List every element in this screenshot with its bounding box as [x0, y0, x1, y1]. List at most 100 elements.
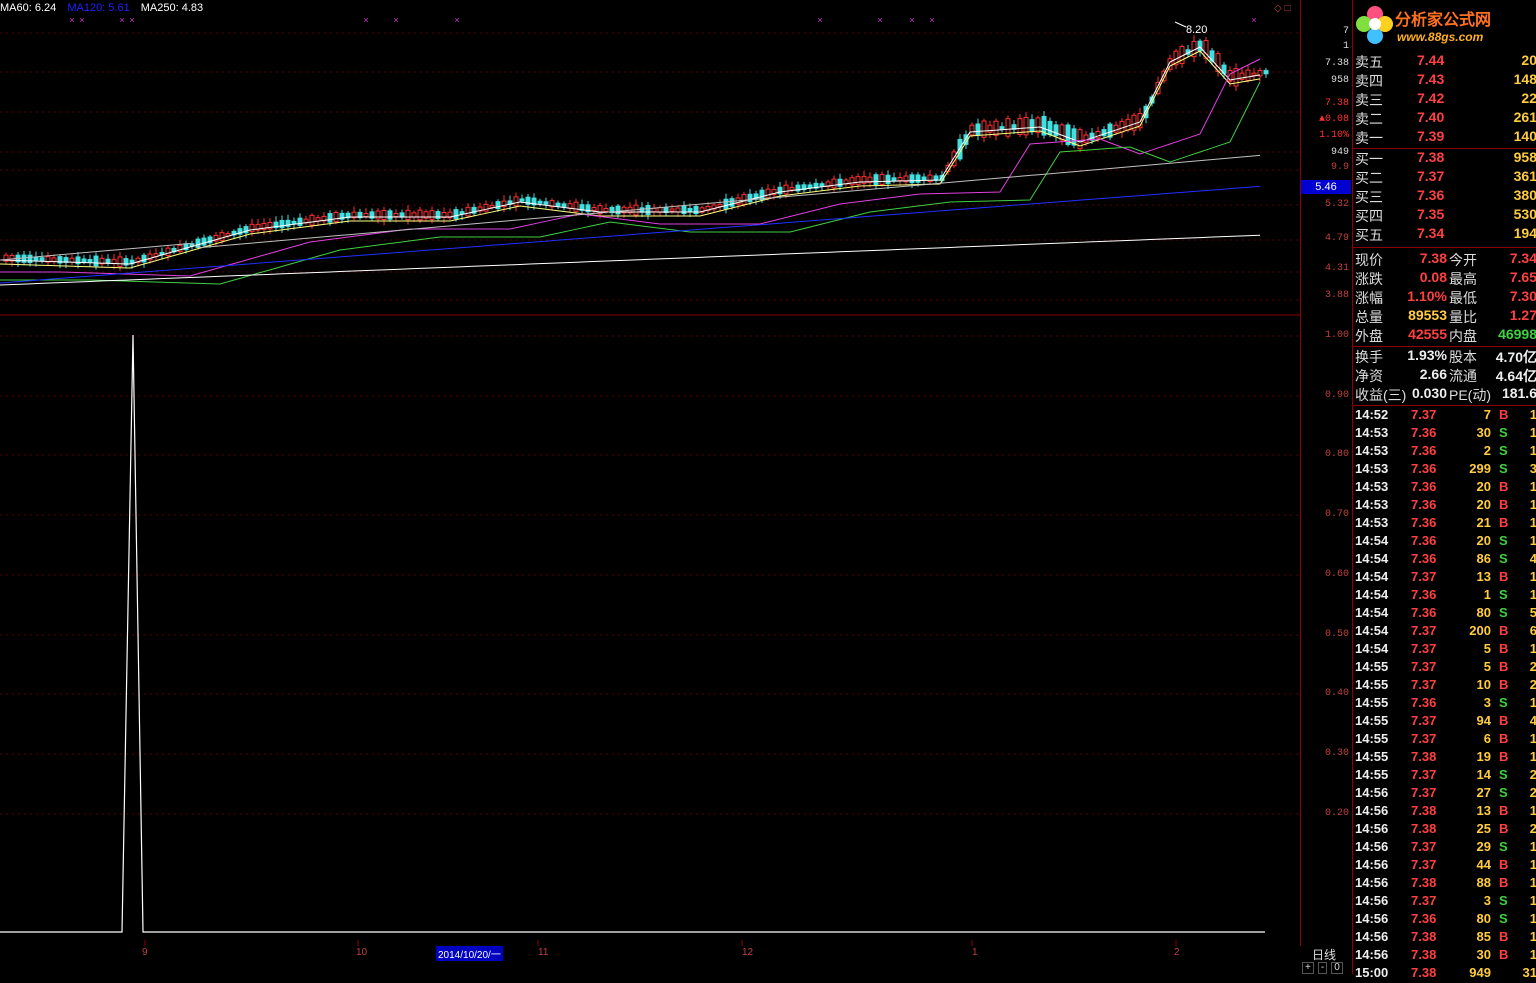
tick-row[interactable]: 14:56 7.38 25 B 2 [1355, 821, 1536, 839]
ma120-line [0, 185, 1261, 284]
signal-marker: × [79, 15, 84, 25]
bid-row[interactable]: 买二 7.37 361 [1355, 168, 1536, 187]
ask-row[interactable]: 卖三 7.42 22 [1355, 90, 1536, 109]
tick-side: B [1499, 497, 1509, 512]
candle-body [765, 188, 771, 199]
reset-button[interactable]: 0 [1331, 962, 1343, 974]
axis-label: ▲0.08 [1318, 114, 1349, 125]
candle-body [1197, 40, 1203, 52]
tick-side: S [1499, 893, 1508, 908]
candle-body [249, 223, 255, 233]
zoom-in-button[interactable]: + [1302, 962, 1314, 974]
date-tick: 9 [142, 947, 148, 958]
level-price: 7.34 [1417, 225, 1445, 241]
tick-row[interactable]: 14:54 7.37 200 B 6 [1355, 623, 1536, 641]
tick-price: 7.36 [1411, 461, 1437, 476]
signal-marker: × [929, 15, 934, 25]
tick-time: 14:54 [1355, 605, 1389, 620]
tick-row[interactable]: 14:55 7.37 94 B 4 [1355, 713, 1536, 731]
kline-chart-area[interactable]: 8.20 × × × × × × × × × × × × [0, 0, 1300, 946]
tick-row[interactable]: 14:54 7.36 86 S 4 [1355, 551, 1536, 569]
zoom-out-button[interactable]: - [1317, 962, 1328, 974]
tick-count: 1 [1529, 749, 1536, 764]
bid-row[interactable]: 买一 7.38 958 [1355, 149, 1536, 168]
candle-body [669, 208, 675, 212]
tick-price: 7.37 [1411, 677, 1437, 692]
candle-body [39, 257, 45, 262]
quote-label: 涨跌 [1355, 271, 1383, 287]
bid-row[interactable]: 买三 7.36 380 [1355, 187, 1536, 206]
tick-row[interactable]: 14:53 7.36 20 B 1 [1355, 497, 1536, 515]
candle-body [297, 217, 303, 226]
tick-volume: 20 [1476, 497, 1491, 512]
tick-count: 2 [1529, 659, 1536, 674]
candle-body [693, 205, 699, 215]
tick-row[interactable]: 14:52 7.37 7 B 1 [1355, 407, 1536, 425]
tick-row[interactable]: 14:55 7.37 6 B 1 [1355, 731, 1536, 749]
tick-volume: 5 [1483, 659, 1491, 674]
tick-count: 1 [1529, 533, 1536, 548]
bid-row[interactable]: 买五 7.34 194 [1355, 225, 1536, 244]
chart-corner-icons[interactable]: ◇ □ [1274, 3, 1291, 14]
tick-volume: 3 [1483, 695, 1491, 710]
ask-row[interactable]: 卖五 7.44 20 [1355, 52, 1536, 71]
tick-row[interactable]: 14:56 7.38 88 B 1 [1355, 875, 1536, 893]
tick-row[interactable]: 14:56 7.37 27 S 2 [1355, 785, 1536, 803]
tick-row[interactable]: 15:00 7.38 949 31 [1355, 965, 1536, 983]
ask-row[interactable]: 卖一 7.39 140 [1355, 128, 1536, 147]
tick-row[interactable]: 14:53 7.36 2 S 1 [1355, 443, 1536, 461]
tick-volume: 2 [1483, 443, 1491, 458]
tick-row[interactable]: 14:55 7.37 10 B 2 [1355, 677, 1536, 695]
tick-volume: 29 [1476, 839, 1491, 854]
tick-row[interactable]: 14:53 7.36 20 B 1 [1355, 479, 1536, 497]
tick-side: B [1499, 749, 1509, 764]
candle-body [537, 200, 543, 204]
period-selector[interactable]: 日线 [1312, 946, 1336, 963]
tick-row[interactable]: 14:54 7.37 13 B 1 [1355, 569, 1536, 587]
level-volume: 140 [1513, 128, 1536, 144]
tick-row[interactable]: 14:56 7.36 80 S 1 [1355, 911, 1536, 929]
quote-value: 7.65 [1509, 269, 1536, 285]
candle-body [465, 206, 471, 217]
tick-row[interactable]: 14:54 7.36 1 S 1 [1355, 587, 1536, 605]
tick-row[interactable]: 14:56 7.37 44 B 1 [1355, 857, 1536, 875]
quote-value: 7.34 [1509, 250, 1536, 266]
candle-body [111, 258, 117, 265]
tick-row[interactable]: 14:55 7.38 19 B 1 [1355, 749, 1536, 767]
candle-body [873, 174, 879, 186]
candle-body [1245, 69, 1251, 81]
tick-price: 7.36 [1411, 425, 1437, 440]
tick-side: S [1499, 785, 1508, 800]
tick-row[interactable]: 14:56 7.38 85 B 1 [1355, 929, 1536, 947]
quote-value: 7.30 [1509, 288, 1536, 304]
tick-count: 4 [1529, 713, 1536, 728]
candle-body [93, 255, 99, 267]
tick-row[interactable]: 14:53 7.36 30 S 1 [1355, 425, 1536, 443]
tick-row[interactable]: 14:54 7.37 5 B 1 [1355, 641, 1536, 659]
quote-row: 净资 2.66 流通 4.64亿 [1355, 366, 1536, 385]
tick-row[interactable]: 14:55 7.36 3 S 1 [1355, 695, 1536, 713]
ask-row[interactable]: 卖二 7.40 261 [1355, 109, 1536, 128]
tick-volume: 30 [1476, 425, 1491, 440]
level-volume: 148 [1513, 71, 1536, 87]
ma-line-yellow [0, 50, 1261, 269]
tick-row[interactable]: 14:54 7.36 80 S 5 [1355, 605, 1536, 623]
tick-row[interactable]: 14:53 7.36 299 S 3 [1355, 461, 1536, 479]
tick-row[interactable]: 14:56 7.37 29 S 1 [1355, 839, 1536, 857]
tick-row[interactable]: 14:56 7.38 13 B 1 [1355, 803, 1536, 821]
tick-count: 1 [1529, 587, 1536, 602]
tick-time: 14:53 [1355, 443, 1389, 458]
ask-row[interactable]: 卖四 7.43 148 [1355, 71, 1536, 90]
bid-row[interactable]: 买四 7.35 530 [1355, 206, 1536, 225]
tick-row[interactable]: 14:56 7.38 30 B 1 [1355, 947, 1536, 965]
tick-time: 14:55 [1355, 695, 1389, 710]
tick-row[interactable]: 14:55 7.37 5 B 2 [1355, 659, 1536, 677]
tick-side: S [1499, 461, 1508, 476]
tick-row[interactable]: 14:56 7.37 3 S 1 [1355, 893, 1536, 911]
quote-value: 1.10% [1407, 288, 1447, 304]
kline-chart-svg[interactable]: 8.20 × × × × × × × × × × × × [0, 0, 1300, 946]
quote-row: 涨幅 1.10% 最低 7.30 [1355, 288, 1536, 307]
tick-row[interactable]: 14:53 7.36 21 B 1 [1355, 515, 1536, 533]
tick-row[interactable]: 14:54 7.36 20 S 1 [1355, 533, 1536, 551]
tick-row[interactable]: 14:55 7.37 14 S 2 [1355, 767, 1536, 785]
